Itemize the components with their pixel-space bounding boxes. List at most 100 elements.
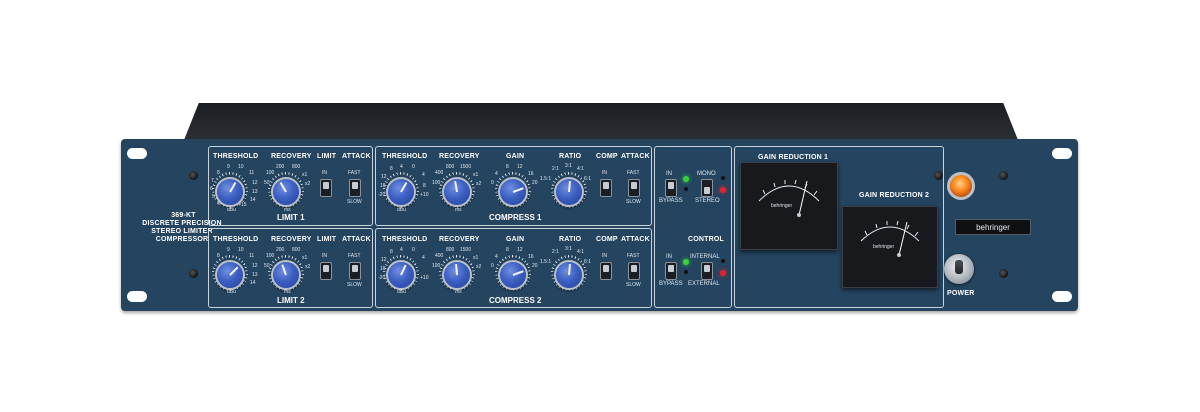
compress2-thr-tick: 16 bbox=[380, 266, 386, 272]
bypass2-switch[interactable] bbox=[665, 262, 677, 280]
limit2-threshold-label: THRESHOLD bbox=[213, 236, 259, 243]
limit1-limit-label: LIMIT bbox=[317, 153, 337, 160]
led-off-icon bbox=[721, 259, 725, 263]
led-red-icon bbox=[720, 270, 726, 276]
limit2-attack-switch[interactable] bbox=[349, 262, 361, 280]
compress2-ratio-knob[interactable] bbox=[554, 260, 584, 290]
compress2-recovery-knob[interactable] bbox=[442, 260, 472, 290]
compress1-recovery-knob[interactable] bbox=[442, 177, 472, 207]
limit1-recovery-knob[interactable] bbox=[271, 177, 301, 207]
compress2-gain-tick: 20 bbox=[532, 263, 538, 269]
brand-plate: behringer bbox=[955, 219, 1031, 235]
limit1-recovery-label: RECOVERY bbox=[271, 153, 312, 160]
compress2-comp-label: COMP bbox=[596, 236, 618, 243]
limit1-rec-tick: 100 bbox=[266, 170, 275, 176]
power-toggle-lever-icon bbox=[955, 260, 963, 274]
bypass2-label: BYPASS bbox=[659, 281, 683, 287]
limit2-threshold-knob[interactable] bbox=[215, 260, 245, 290]
brand-logo: behringer bbox=[976, 223, 1010, 232]
compress1-rec-tick: x1 bbox=[473, 172, 479, 178]
compress1-ratio-tick: 1.5:1 bbox=[540, 176, 552, 182]
external-label: EXTERNAL bbox=[688, 281, 720, 287]
compress2-gain-label: GAIN bbox=[506, 236, 525, 243]
limit2-limit-label: LIMIT bbox=[317, 236, 337, 243]
compress1-ratio-tick: 6:1 bbox=[584, 176, 591, 182]
compress2-thr-tick: 8 bbox=[390, 249, 393, 255]
compress2-thr-tick: 4 bbox=[422, 255, 425, 261]
compress1-recovery-label: RECOVERY bbox=[439, 153, 480, 160]
compress1-attack-switch[interactable] bbox=[628, 179, 640, 197]
limit1-limit-switch[interactable] bbox=[320, 179, 332, 197]
limit2-recovery-label: RECOVERY bbox=[271, 236, 312, 243]
bypass1-switch[interactable] bbox=[665, 179, 677, 197]
compress1-ratio-tick: 4:1 bbox=[577, 166, 584, 172]
led-off-icon bbox=[721, 176, 725, 180]
compress1-title: COMPRESS 1 bbox=[489, 213, 542, 222]
compress1-gain-tick: 16 bbox=[528, 171, 534, 177]
bypass1-in-label: IN bbox=[666, 171, 672, 177]
rack-slot-top-right[interactable] bbox=[1052, 148, 1072, 159]
compress1-threshold-knob[interactable] bbox=[386, 177, 416, 207]
led-green-icon bbox=[683, 259, 689, 265]
limit2-slow-label: SLOW bbox=[347, 282, 362, 288]
screw-icon bbox=[999, 171, 1008, 180]
compress2-recovery-label: RECOVERY bbox=[439, 236, 480, 243]
compress1-ratio-label: RATIO bbox=[559, 153, 582, 160]
compress1-ratio-knob[interactable] bbox=[554, 177, 584, 207]
compress2-ratio-tick: 4:1 bbox=[577, 249, 584, 255]
compress2-rec-tick: 100 bbox=[432, 263, 441, 269]
compress2-thr-tick: -20 bbox=[378, 275, 386, 281]
compress2-ratio-tick: 6:1 bbox=[584, 259, 591, 265]
rack-slot-bottom-left[interactable] bbox=[127, 291, 147, 302]
compress1-rec-tick: 1500 bbox=[460, 164, 472, 170]
compress1-gain-knob[interactable] bbox=[498, 177, 528, 207]
compress2-thr-tick: 0 bbox=[412, 247, 415, 253]
rack-slot-bottom-right[interactable] bbox=[1052, 291, 1072, 302]
led-green-icon bbox=[683, 176, 689, 182]
limit1-title: LIMIT 1 bbox=[277, 213, 305, 222]
limit1-rec-tick: 200 bbox=[276, 164, 285, 170]
limit1-attack-switch[interactable] bbox=[349, 179, 361, 197]
limit2-recovery-knob[interactable] bbox=[271, 260, 301, 290]
limit2-title: LIMIT 2 bbox=[277, 296, 305, 305]
compress1-thr-tick: 8 bbox=[390, 166, 393, 172]
compress1-slow-label: SLOW bbox=[626, 199, 641, 205]
compress1-ratio-tick: 3:1 bbox=[565, 163, 572, 169]
power-switch[interactable] bbox=[944, 254, 974, 284]
compress2-attack-switch[interactable] bbox=[628, 262, 640, 280]
limit2-thr-unit: dBu bbox=[227, 289, 236, 295]
limit2-rec-unit: ms bbox=[284, 289, 291, 295]
compress2-rec-unit: ms bbox=[455, 289, 462, 295]
compress2-thr-tick: 12 bbox=[381, 257, 387, 263]
limit1-thr-tick: +15 bbox=[238, 202, 247, 208]
compress2-gain-knob[interactable] bbox=[498, 260, 528, 290]
limit2-rec-tick: 50 bbox=[264, 263, 270, 269]
limit2-rec-tick: 100 bbox=[266, 253, 275, 259]
compress2-gain-tick: 4 bbox=[495, 254, 498, 260]
compress1-thr-tick: +10 bbox=[420, 192, 429, 198]
limit2-fast-label: FAST bbox=[348, 253, 361, 259]
compress2-comp-switch[interactable] bbox=[600, 262, 612, 280]
limit1-thr-tick: 7 bbox=[211, 178, 214, 184]
mono-stereo-switch[interactable] bbox=[701, 179, 713, 197]
limit2-thr-tick: 8 bbox=[217, 253, 220, 259]
compress2-thr-unit: dBu bbox=[397, 289, 406, 295]
limit2-rec-tick: x2 bbox=[305, 264, 311, 270]
limit1-slow-label: SLOW bbox=[347, 199, 362, 205]
limit1-rec-tick: x2 bbox=[305, 181, 311, 187]
compress1-threshold-label: THRESHOLD bbox=[382, 153, 428, 160]
compress2-gain-tick: 16 bbox=[528, 254, 534, 260]
led-off-icon bbox=[684, 187, 688, 191]
control-switch[interactable] bbox=[701, 262, 713, 280]
compress2-in-label: IN bbox=[602, 253, 607, 259]
compress2-threshold-knob[interactable] bbox=[386, 260, 416, 290]
compress1-rec-tick: x2 bbox=[476, 181, 482, 187]
compress2-rec-tick: 800 bbox=[446, 247, 455, 253]
limit1-thr-tick: 12 bbox=[252, 180, 258, 186]
led-off-icon bbox=[684, 270, 688, 274]
rack-slot-top-left[interactable] bbox=[127, 148, 147, 159]
limit2-limit-switch[interactable] bbox=[320, 262, 332, 280]
meter-2-brand: behringer bbox=[873, 244, 895, 250]
compress1-comp-switch[interactable] bbox=[600, 179, 612, 197]
limit1-thr-tick: 14 bbox=[250, 197, 256, 203]
